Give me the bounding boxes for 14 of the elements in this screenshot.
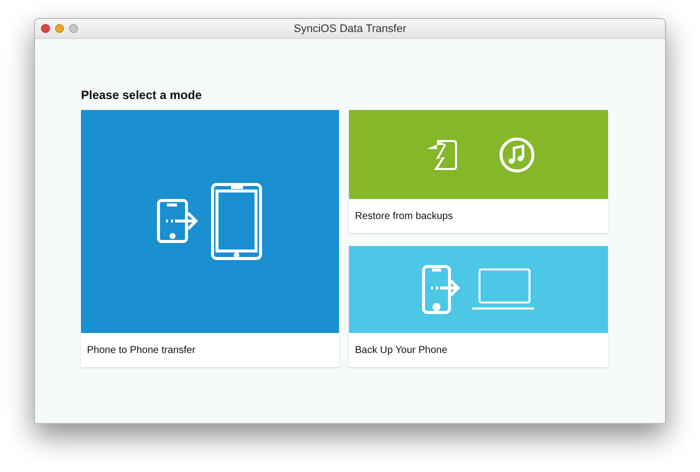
mode-card[interactable]: Restore from backups [349,110,608,233]
mode-card[interactable]: Phone to Phone transfer [81,110,339,367]
mode-card[interactable]: Back Up Your Phone [349,246,608,367]
section-heading: Please select a mode [81,88,203,102]
phone-transfer-icon [157,182,263,260]
close-icon[interactable] [41,24,50,33]
window-title: SynciOS Data Transfer [294,22,406,34]
card-label: Back Up Your Phone [354,344,448,358]
zoom-icon[interactable] [69,24,78,33]
minimize-icon[interactable] [55,24,64,33]
card-label: Restore from backups [354,210,454,224]
phone-to-laptop-icon [422,264,536,314]
music-note-icon [498,136,534,172]
card-label: Phone to Phone transfer [86,344,196,358]
